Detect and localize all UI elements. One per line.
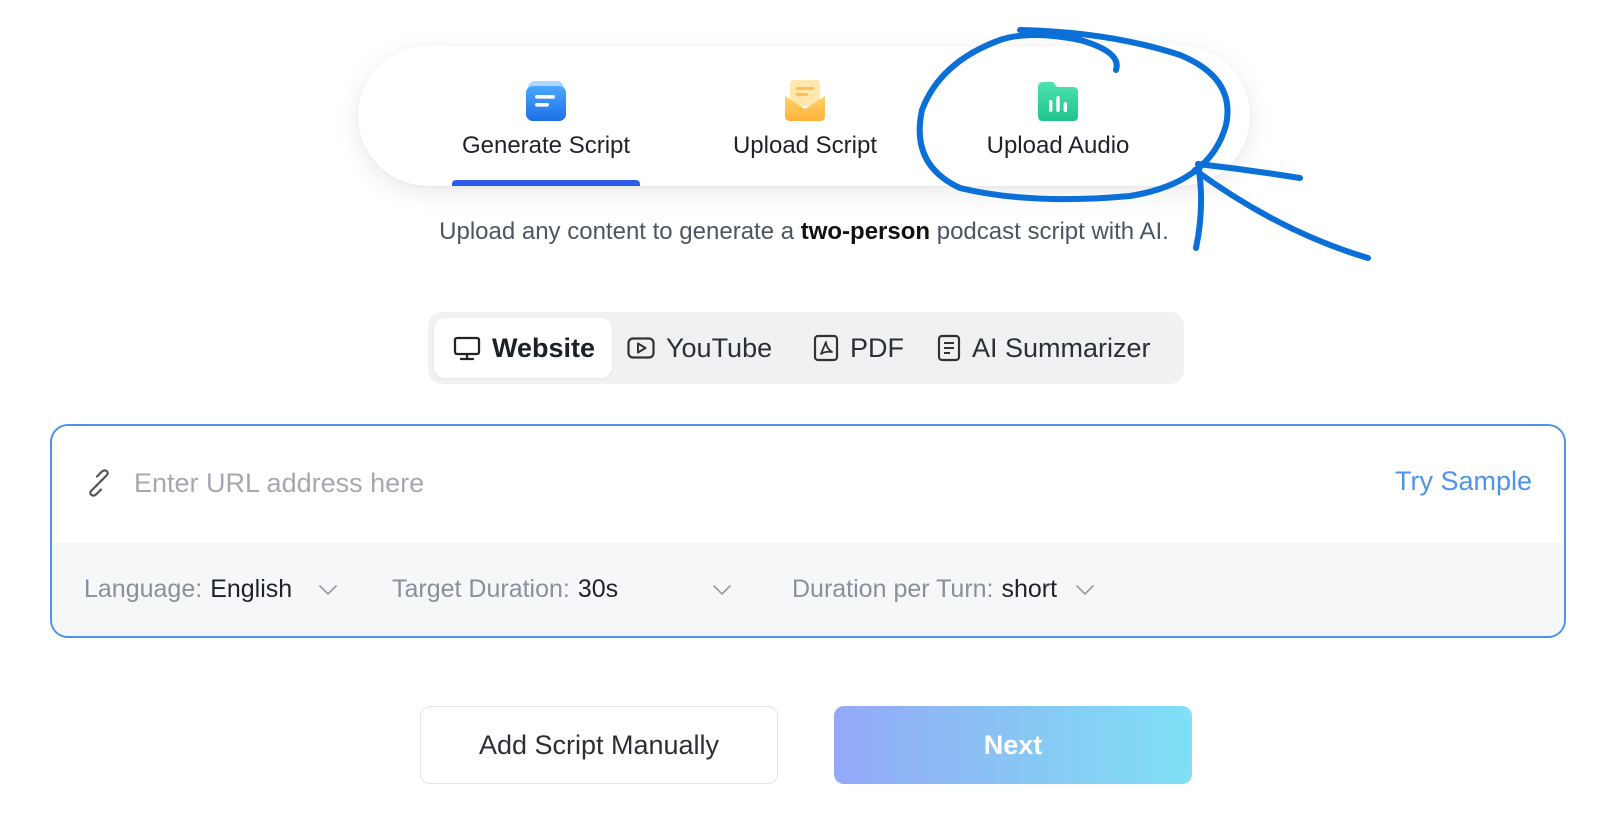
url-input[interactable] xyxy=(132,462,1236,504)
tab-label: Generate Script xyxy=(461,132,631,159)
pdf-icon xyxy=(813,334,839,362)
link-icon xyxy=(89,469,109,497)
document-icon xyxy=(526,81,566,121)
language-value: English xyxy=(210,575,293,603)
options-row: Language: English Target Duration: 30s D… xyxy=(52,543,1564,636)
target-duration-label: Target Duration: xyxy=(392,575,570,603)
tab-generate-script[interactable]: Generate Script xyxy=(452,46,640,186)
source-tab-label: Website xyxy=(492,332,596,363)
tab-upload-audio[interactable]: Upload Audio xyxy=(973,46,1143,186)
duration-per-turn-label: Duration per Turn: xyxy=(792,575,994,603)
tagline: Upload any content to generate a two-per… xyxy=(0,218,1608,246)
source-tab-ai-summarizer[interactable]: AI Summarizer xyxy=(936,318,1176,378)
source-tab-website[interactable]: Website xyxy=(434,318,612,378)
duration-per-turn-select[interactable]: Duration per Turn: short xyxy=(792,543,1095,636)
source-tab-youtube[interactable]: YouTube xyxy=(626,318,794,378)
source-tab-bar: Website YouTube PDF AI Summarizer xyxy=(428,312,1184,384)
mode-tab-bar: Generate Script Upload Script Upload Aud… xyxy=(358,46,1250,186)
audio-folder-icon xyxy=(1038,82,1078,121)
add-script-manually-button[interactable]: Add Script Manually xyxy=(420,706,778,784)
next-button[interactable]: Next xyxy=(834,706,1192,784)
target-duration-value: 30s xyxy=(577,575,619,603)
monitor-icon xyxy=(453,336,481,361)
tab-upload-script[interactable]: Upload Script xyxy=(720,46,890,186)
summary-doc-icon xyxy=(937,334,961,362)
target-duration-select[interactable]: Target Duration: 30s xyxy=(392,543,732,636)
play-icon xyxy=(627,337,655,359)
url-row: Try Sample xyxy=(52,426,1564,543)
active-tab-indicator xyxy=(452,180,640,186)
tab-label: Upload Audio xyxy=(986,132,1130,159)
tagline-suffix: podcast script with AI. xyxy=(930,218,1169,245)
language-select[interactable]: Language: English xyxy=(84,543,338,636)
tab-label: Upload Script xyxy=(732,132,878,159)
chevron-down-icon xyxy=(1076,584,1094,595)
language-label: Language: xyxy=(84,575,203,603)
tagline-prefix: Upload any content to generate a xyxy=(439,218,801,245)
try-sample-link[interactable]: Try Sample xyxy=(1395,466,1532,497)
envelope-icon xyxy=(785,80,825,121)
chevron-down-icon xyxy=(713,584,732,595)
source-tab-pdf[interactable]: PDF xyxy=(812,318,912,378)
source-tab-label: YouTube xyxy=(666,332,773,363)
source-tab-label: PDF xyxy=(850,332,904,363)
tagline-emphasis: two-person xyxy=(800,218,931,245)
url-input-panel: Try Sample Language: English Target Dura… xyxy=(50,424,1566,638)
chevron-down-icon xyxy=(319,584,338,595)
source-tab-label: AI Summarizer xyxy=(972,332,1151,363)
duration-per-turn-value: short xyxy=(1001,575,1058,603)
